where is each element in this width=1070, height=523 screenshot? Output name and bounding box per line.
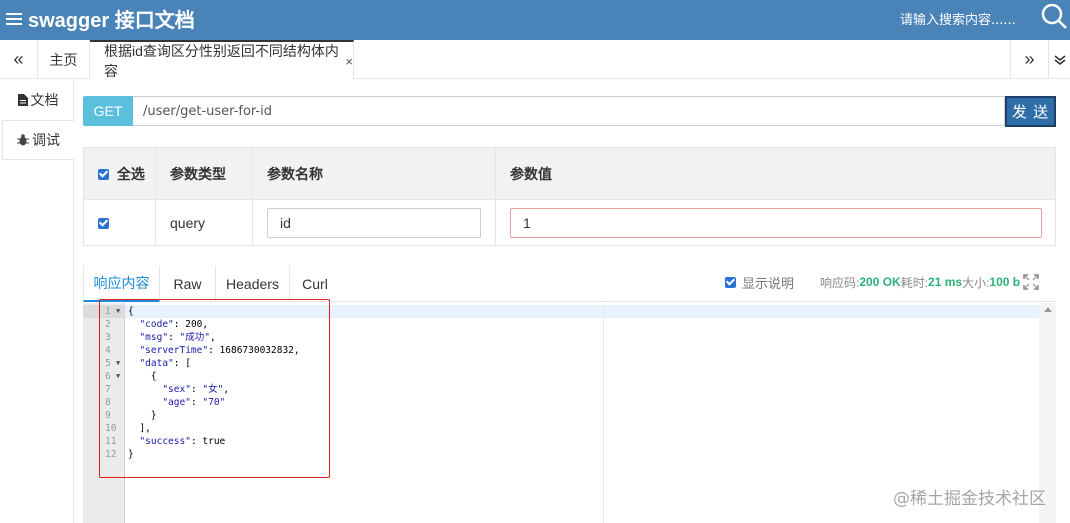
sidebar: 文档 调试 — [0, 80, 74, 523]
params-table: 全选 参数类型 参数名称 参数值 query — [83, 147, 1056, 246]
top-header: swagger 接口文档 — [0, 0, 1070, 40]
app-logo[interactable]: swagger 接口文档 — [6, 4, 195, 33]
response-status: 响应码: 200 OK 耗时: 21 ms 大小: 100 b — [820, 266, 1020, 298]
http-method-badge: GET — [83, 96, 133, 126]
tab-scroll-right-button[interactable]: » — [1010, 40, 1048, 79]
bug-icon — [17, 134, 29, 146]
request-url-row: GET 发 送 — [83, 96, 1056, 127]
row-checkbox-cell — [83, 199, 156, 246]
header-param-value: 参数值 — [495, 147, 1056, 200]
send-button[interactable]: 发 送 — [1005, 96, 1056, 127]
print-margin — [603, 303, 604, 523]
tab-active-api[interactable]: 根据id查询区分性别返回不同结构体内容 × — [90, 40, 354, 80]
time-value: 21 ms — [928, 275, 963, 289]
show-description-label: 显示说明 — [742, 275, 795, 291]
tab-label: 根据id查询区分性别返回不同结构体内容 — [104, 43, 339, 79]
param-type-cell: query — [155, 199, 253, 246]
tab-headers[interactable]: Headers — [216, 266, 290, 302]
select-all-checkbox[interactable] — [98, 168, 109, 180]
param-name-input[interactable] — [267, 207, 481, 238]
param-value-cell — [495, 199, 1056, 246]
sidebar-item-debug[interactable]: 调试 — [2, 120, 74, 160]
tab-scroll-left-button[interactable]: « — [0, 40, 38, 79]
show-description-checkbox[interactable] — [725, 276, 736, 288]
status-code-value: 200 OK — [859, 275, 901, 289]
table-header-row: 全选 参数类型 参数名称 参数值 — [83, 147, 1056, 200]
fullscreen-icon[interactable] — [1023, 274, 1039, 290]
size-label: 大小: — [962, 275, 990, 290]
time-label: 耗时: — [900, 275, 929, 290]
double-chevron-down-icon[interactable] — [1048, 40, 1070, 79]
sidebar-item-docs[interactable]: 文档 — [2, 80, 74, 120]
row-checkbox[interactable] — [98, 217, 109, 229]
menu-icon[interactable] — [6, 12, 22, 26]
param-value-input[interactable] — [510, 207, 1042, 238]
highlight-box — [99, 299, 330, 478]
tab-response-content[interactable]: 响应内容 — [83, 266, 160, 302]
app-title: swagger 接口文档 — [28, 10, 195, 32]
scroll-up-icon[interactable] — [1044, 307, 1052, 312]
sidebar-item-label: 文档 — [30, 92, 59, 108]
url-field[interactable] — [133, 96, 1005, 126]
sidebar-item-label: 调试 — [32, 132, 60, 148]
header-param-name: 参数名称 — [252, 147, 496, 200]
tab-home[interactable]: 主页 — [38, 40, 90, 79]
show-description-toggle[interactable]: 显示说明 — [725, 266, 794, 298]
select-all-header[interactable]: 全选 — [83, 147, 156, 200]
param-name-cell — [252, 199, 496, 246]
header-param-type: 参数类型 — [155, 147, 253, 200]
watermark: @稀土掘金技术社区 — [893, 489, 1046, 509]
document-icon — [17, 94, 28, 106]
tab-curl[interactable]: Curl — [290, 266, 340, 302]
response-tabs: 响应内容 Raw Headers Curl 显示说明 响应码: 200 OK 耗时… — [83, 266, 1056, 302]
tab-raw[interactable]: Raw — [160, 266, 216, 302]
status-code-label: 响应码: — [820, 275, 860, 290]
close-icon[interactable]: × — [345, 54, 353, 69]
search-input[interactable] — [900, 6, 1030, 34]
select-all-label: 全选 — [116, 165, 145, 182]
table-row: query — [83, 199, 1056, 246]
tab-bar: « 主页 根据id查询区分性别返回不同结构体内容 × » — [0, 40, 1070, 80]
search-icon[interactable] — [1040, 2, 1068, 30]
size-value: 100 b — [989, 275, 1021, 289]
